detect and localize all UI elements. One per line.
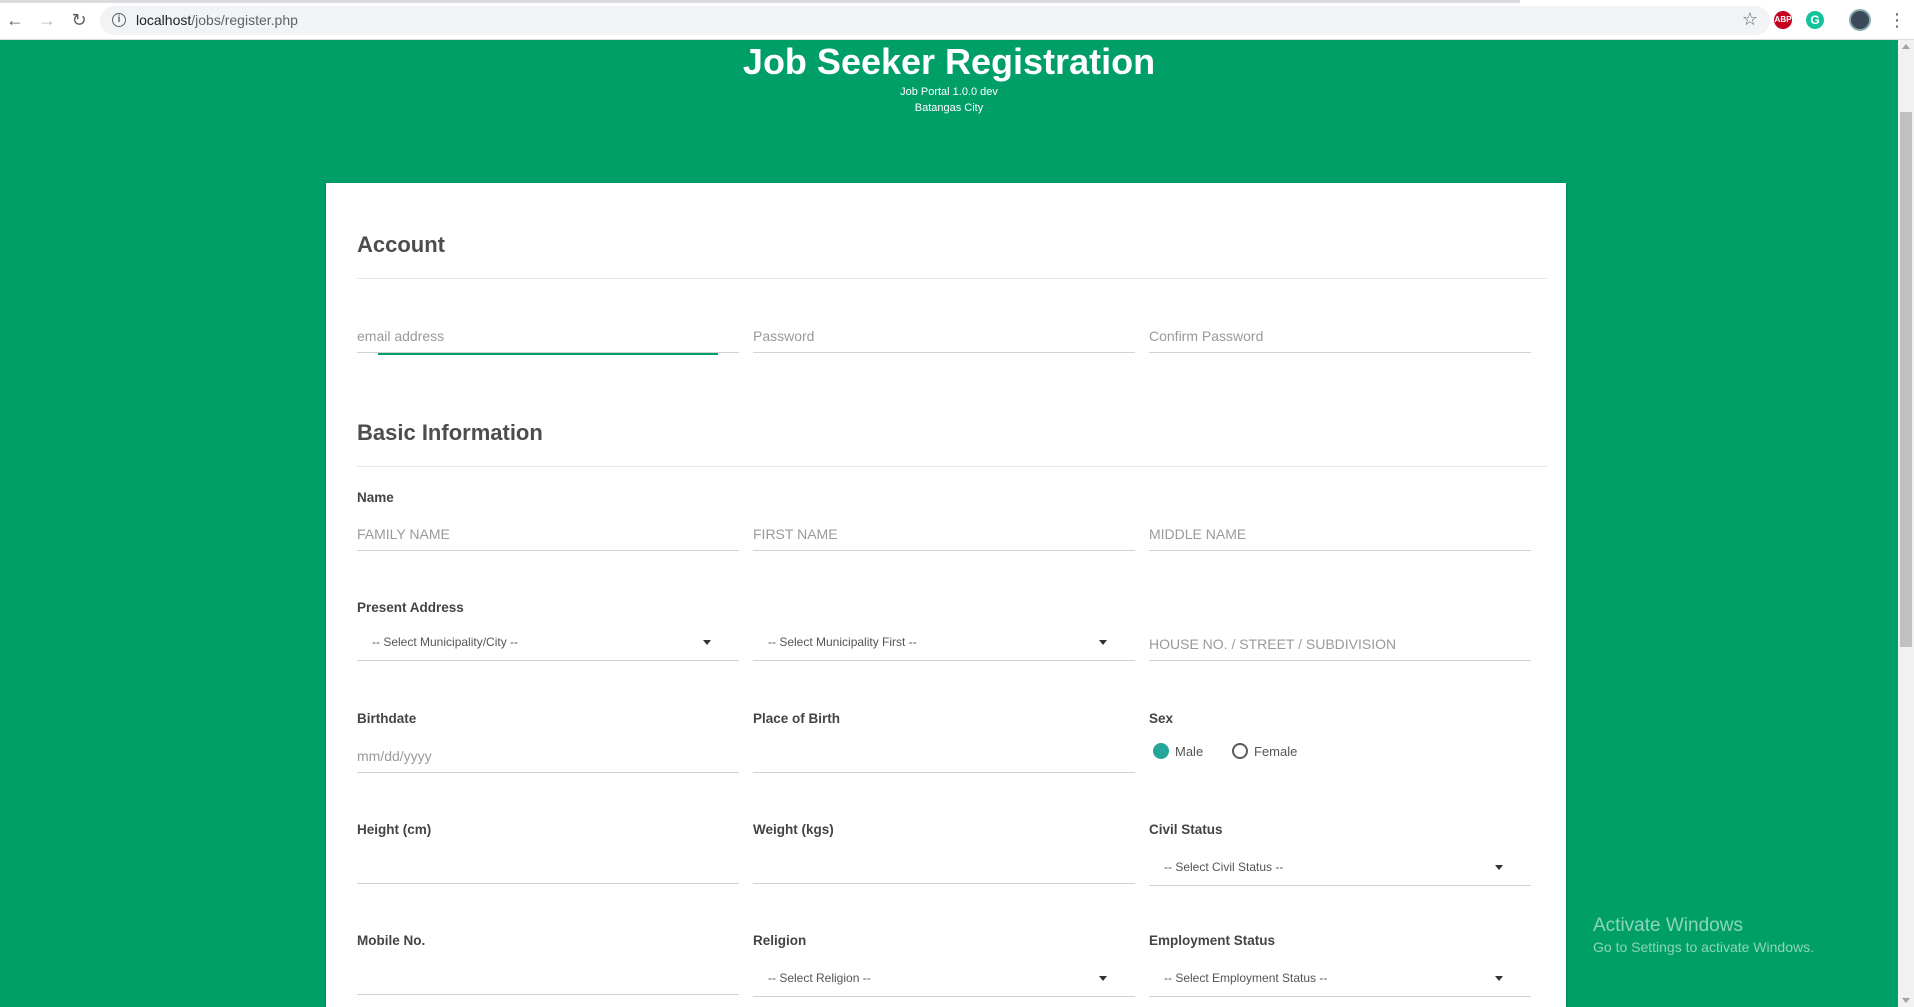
browser-menu-icon[interactable]: ⋮ [1888, 9, 1906, 31]
birthplace-field[interactable] [753, 739, 1135, 773]
grammarly-extension-icon[interactable]: G [1806, 11, 1824, 29]
windows-activation-watermark: Activate Windows Go to Settings to activ… [1593, 915, 1814, 955]
religion-label: Religion [753, 933, 807, 948]
bookmark-star-icon[interactable]: ☆ [1742, 9, 1758, 30]
height-label: Height (cm) [357, 822, 432, 837]
site-info-icon[interactable]: i [112, 13, 126, 27]
page-scrollbar[interactable] [1898, 40, 1914, 1007]
email-field[interactable] [357, 319, 739, 353]
email-focus-underline [378, 353, 718, 355]
tab-strip [0, 0, 1520, 3]
forward-icon[interactable]: → [36, 9, 58, 31]
browser-toolbar: ← → ↻ i localhost/jobs/register.php ☆ AB… [0, 0, 1914, 40]
profile-avatar[interactable] [1849, 9, 1871, 31]
civil-status-label: Civil Status [1149, 822, 1223, 837]
height-field[interactable] [357, 850, 739, 884]
reload-icon[interactable]: ↻ [68, 9, 90, 31]
birthdate-label: Birthdate [357, 711, 417, 726]
birthplace-label: Place of Birth [753, 711, 841, 726]
family-name-field[interactable] [357, 517, 739, 551]
back-icon[interactable]: ← [4, 9, 26, 31]
confirm-password-field[interactable] [1149, 319, 1531, 353]
chevron-down-icon [703, 640, 711, 645]
chevron-down-icon [1495, 865, 1503, 870]
password-field[interactable] [753, 319, 1135, 353]
sex-label: Sex [1149, 711, 1174, 726]
middle-name-field[interactable] [1149, 517, 1531, 551]
section-divider [357, 278, 1547, 279]
weight-field[interactable] [753, 850, 1135, 884]
sex-female-radio[interactable]: Female [1232, 743, 1297, 759]
name-label: Name [357, 490, 394, 505]
employment-status-label: Employment Status [1149, 933, 1276, 948]
mobile-field[interactable] [357, 961, 739, 995]
civil-status-select[interactable]: -- Select Civil Status -- [1149, 848, 1531, 886]
chevron-down-icon [1495, 976, 1503, 981]
chevron-down-icon [1099, 640, 1107, 645]
chevron-down-icon [1099, 976, 1107, 981]
page-title: Job Seeker Registration [742, 41, 1156, 82]
adblock-extension-icon[interactable]: ABP [1774, 11, 1792, 29]
registration-form-card: Account Basic Information Name Present A… [326, 183, 1566, 1007]
radio-unchecked-icon [1232, 743, 1248, 759]
street-field[interactable] [1149, 627, 1531, 661]
scroll-up-icon[interactable] [1902, 44, 1910, 49]
barangay-select[interactable]: -- Select Municipality First -- [753, 623, 1135, 661]
basic-info-section-title: Basic Information [357, 420, 543, 445]
account-section-title: Account [357, 232, 445, 257]
religion-select[interactable]: -- Select Religion -- [753, 959, 1135, 997]
url-text[interactable]: localhost/jobs/register.php [136, 12, 298, 28]
employment-status-select[interactable]: -- Select Employment Status -- [1149, 959, 1531, 997]
address-bar[interactable]: i localhost/jobs/register.php ☆ [100, 6, 1770, 35]
scroll-thumb[interactable] [1900, 112, 1912, 647]
app-version: Job Portal 1.0.0 dev [900, 86, 998, 98]
first-name-field[interactable] [753, 517, 1135, 551]
weight-label: Weight (kgs) [753, 822, 834, 837]
radio-checked-icon [1153, 743, 1169, 759]
section-divider [357, 466, 1547, 467]
present-address-label: Present Address [357, 600, 464, 615]
page-header: Job Seeker Registration Job Portal 1.0.0… [0, 40, 1898, 116]
municipality-select[interactable]: -- Select Municipality/City -- [357, 623, 739, 661]
scroll-down-icon[interactable] [1902, 998, 1910, 1003]
mobile-label: Mobile No. [357, 933, 426, 948]
app-location: Batangas City [914, 102, 984, 114]
sex-male-radio[interactable]: Male [1153, 743, 1203, 759]
birthdate-field[interactable] [357, 739, 739, 773]
